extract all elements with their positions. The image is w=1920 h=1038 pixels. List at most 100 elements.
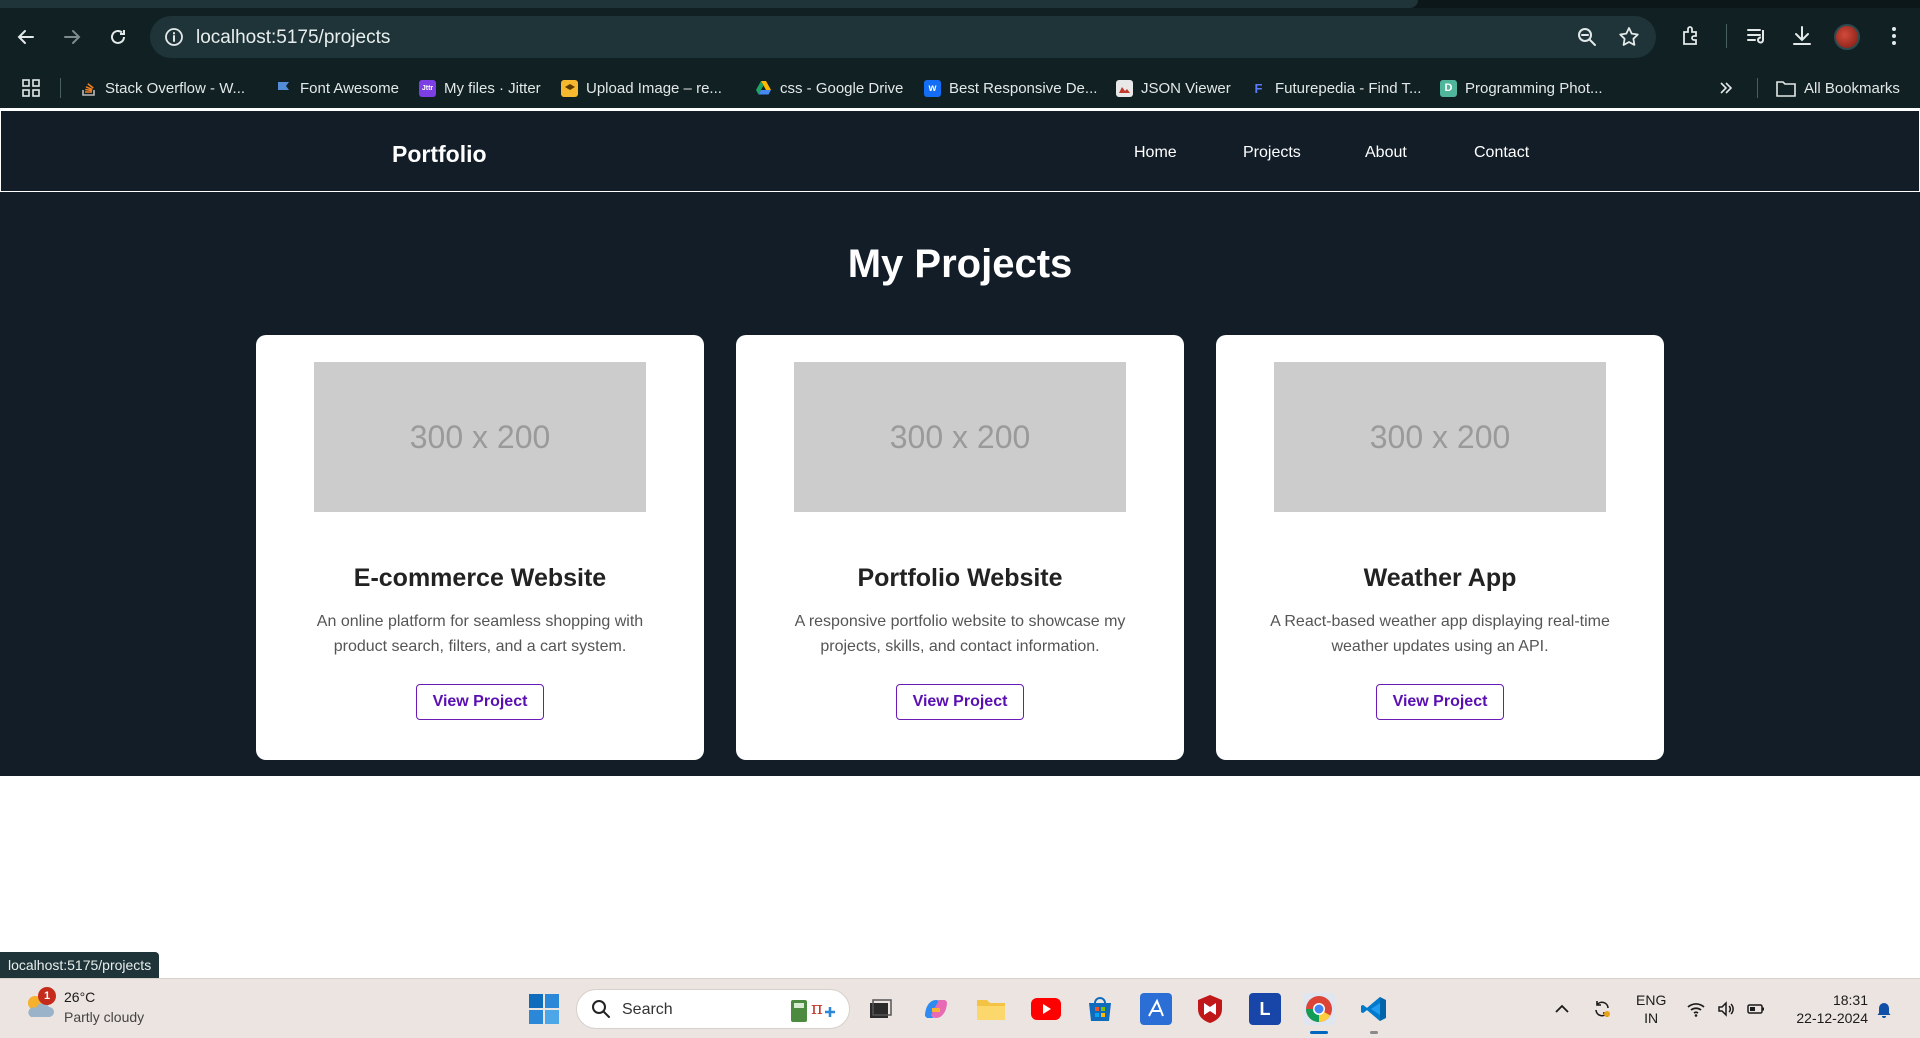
site-info-icon[interactable]: [164, 27, 184, 47]
project-title: Portfolio Website: [857, 564, 1063, 592]
project-image-placeholder: 300 x 200: [314, 362, 646, 512]
vscode-icon[interactable]: [1358, 993, 1390, 1025]
bookmarks-separator: [1757, 78, 1758, 98]
google-drive-icon: [755, 80, 772, 97]
page-viewport: Portfolio Home Projects About Contact My…: [0, 108, 1920, 978]
view-project-button[interactable]: View Project: [416, 684, 544, 720]
bookmark-label: Stack Overflow - W...: [105, 79, 246, 97]
l-app-icon[interactable]: L: [1249, 993, 1281, 1025]
project-image-placeholder: 300 x 200: [794, 362, 1126, 512]
bookmarks-separator: [60, 78, 61, 98]
weather-condition: Partly cloudy: [64, 1009, 145, 1025]
language-indicator[interactable]: ENG IN: [1636, 991, 1666, 1027]
browser-chrome: localhost:5175/projects Stack Overflow -…: [0, 0, 1920, 108]
bookmark-label: Font Awesome: [300, 79, 399, 97]
view-project-button[interactable]: View Project: [1376, 684, 1504, 720]
svg-text:π: π: [811, 998, 823, 1019]
sync-icon[interactable]: [1592, 999, 1612, 1019]
reload-button[interactable]: [102, 21, 134, 53]
bookmark-webflow[interactable]: w Best Responsive De...: [924, 76, 1097, 100]
download-icon[interactable]: [1790, 24, 1814, 48]
upload-image-icon: [561, 79, 578, 97]
bookmark-google-drive[interactable]: css - Google Drive: [755, 76, 903, 100]
microsoft-store-icon[interactable]: [1084, 993, 1116, 1025]
stackoverflow-icon: [80, 80, 97, 97]
copilot-icon[interactable]: [920, 993, 952, 1025]
chrome-icon[interactable]: [1303, 993, 1335, 1025]
view-project-button[interactable]: View Project: [896, 684, 1024, 720]
bookmark-futurepedia[interactable]: F Futurepedia - Find T...: [1250, 76, 1422, 100]
zoom-icon[interactable]: [1576, 26, 1598, 48]
calculator-pi-icon: π: [791, 998, 835, 1022]
bookmark-fontawesome[interactable]: Font Awesome: [275, 76, 399, 100]
language-code: ENG: [1636, 992, 1667, 1008]
forward-button[interactable]: [56, 21, 88, 53]
project-card: 300 x 200 Portfolio Website A responsive…: [736, 335, 1184, 760]
bookmark-label: JSON Viewer: [1141, 79, 1231, 97]
projects-section: My Projects 300 x 200 E-commerce Website…: [0, 192, 1920, 776]
chevron-double-right-icon[interactable]: [1718, 80, 1734, 96]
project-image-placeholder: 300 x 200: [1274, 362, 1606, 512]
toolbar-separator: [1726, 24, 1727, 48]
weather-badge: 1: [38, 987, 56, 1005]
clock-date: 22-12-2024: [1796, 1010, 1868, 1026]
task-view-icon[interactable]: [864, 993, 896, 1025]
bookmark-label: My files · Jitter: [444, 79, 541, 97]
battery-icon[interactable]: [1746, 999, 1766, 1019]
bookmark-json-viewer[interactable]: JSON Viewer: [1116, 76, 1231, 100]
youtube-icon[interactable]: [1030, 993, 1062, 1025]
folder-icon: [1776, 80, 1796, 97]
file-explorer-icon[interactable]: [975, 993, 1007, 1025]
active-tab[interactable]: [0, 0, 1418, 8]
chevron-up-icon[interactable]: [1552, 999, 1572, 1019]
vscode-running-indicator: [1370, 1031, 1378, 1034]
address-bar[interactable]: localhost:5175/projects: [150, 16, 1656, 58]
url-text[interactable]: localhost:5175/projects: [196, 27, 390, 49]
project-card: 300 x 200 Weather App A React-based weat…: [1216, 335, 1664, 760]
media-controls-icon[interactable]: [1745, 24, 1769, 48]
bookmark-stackoverflow[interactable]: Stack Overflow - W...: [80, 76, 245, 100]
wifi-icon[interactable]: [1686, 999, 1706, 1019]
back-button[interactable]: [10, 21, 42, 53]
all-bookmarks-button[interactable]: All Bookmarks: [1776, 76, 1900, 100]
arrow-right-icon: [64, 30, 81, 44]
system-clock[interactable]: 18:31 22-12-2024: [1786, 991, 1868, 1027]
azure-data-studio-icon[interactable]: [1140, 993, 1172, 1025]
page-title: My Projects: [847, 242, 1073, 286]
volume-icon[interactable]: [1716, 999, 1736, 1019]
taskbar-search[interactable]: Search π: [576, 989, 850, 1029]
bookmark-upload-image[interactable]: Upload Image – re...: [561, 76, 722, 100]
windows-taskbar: 1 26°C Partly cloudy Search π L ENG IN 1…: [0, 978, 1920, 1038]
windows-start-icon[interactable]: [528, 993, 560, 1025]
bookmark-label: Futurepedia - Find T...: [1275, 79, 1422, 97]
profile-avatar[interactable]: [1834, 24, 1860, 50]
project-description: A React-based weather app displaying rea…: [1270, 613, 1610, 655]
clock-time: 18:31: [1832, 992, 1868, 1008]
nav-link-about[interactable]: About: [1365, 144, 1407, 162]
webflow-icon: w: [924, 79, 941, 97]
bookmark-label: Upload Image – re...: [586, 79, 722, 97]
nav-link-projects[interactable]: Projects: [1243, 144, 1301, 162]
bookmark-programming-photos[interactable]: D Programming Phot...: [1440, 76, 1603, 100]
arrow-left-icon: [17, 30, 34, 44]
apps-grid-icon[interactable]: [22, 79, 40, 97]
flag-icon: [275, 80, 292, 97]
dribbble-icon: D: [1440, 79, 1457, 97]
menu-kebab-icon[interactable]: [1882, 24, 1906, 48]
nav-link-home[interactable]: Home: [1134, 144, 1177, 162]
bookmark-label: Programming Phot...: [1465, 79, 1603, 97]
extensions-icon[interactable]: [1679, 24, 1703, 48]
bookmark-star-icon[interactable]: [1618, 26, 1640, 48]
nav-link-contact[interactable]: Contact: [1474, 144, 1529, 162]
reload-icon: [111, 29, 125, 44]
site-navbar: Portfolio Home Projects About Contact: [0, 110, 1920, 192]
weather-temperature: 26°C: [64, 989, 96, 1005]
futurepedia-icon: F: [1254, 80, 1263, 96]
brand-logo[interactable]: Portfolio: [392, 141, 487, 168]
notification-bell-icon[interactable]: [1874, 999, 1894, 1019]
bookmark-jitter[interactable]: Jttr My files · Jitter: [419, 76, 541, 100]
json-viewer-icon: [1116, 79, 1133, 97]
project-card: 300 x 200 E-commerce Website An online p…: [256, 335, 704, 760]
mcafee-icon[interactable]: [1194, 993, 1226, 1025]
all-bookmarks-label: All Bookmarks: [1804, 79, 1900, 97]
